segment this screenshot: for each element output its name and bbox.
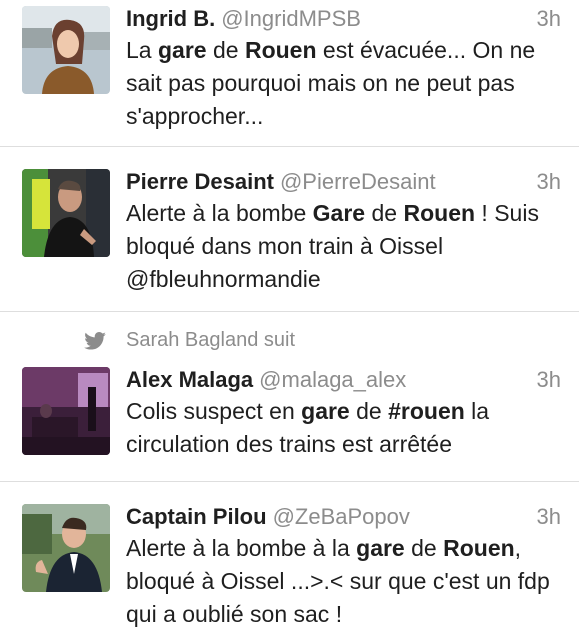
avatar-photo-pierre <box>22 169 110 257</box>
tweet-feed: Ingrid B. @IngridMPSB 3h La gare de Rouen… <box>0 0 579 627</box>
highlighted-keyword: Gare <box>312 200 366 226</box>
timestamp: 3h <box>536 504 561 529</box>
avatar[interactable] <box>22 6 110 94</box>
tweet-text: La gare de Rouen est évacuée... On ne sa… <box>126 34 565 133</box>
tweet-text-segment: de <box>206 37 245 63</box>
tweet-text-segment: Alerte à la bombe <box>126 200 313 226</box>
tweet-text: Alerte à la bombe Gare de Rouen ! Suis b… <box>126 197 565 296</box>
author-handle[interactable]: @ZeBaPopov <box>273 504 410 529</box>
avatar[interactable] <box>22 504 110 592</box>
timestamp: 3h <box>536 367 561 392</box>
avatar-photo-ingrid <box>22 6 110 94</box>
author-handle[interactable]: @malaga_alex <box>259 367 406 392</box>
avatar-photo-alex <box>22 367 110 455</box>
highlighted-keyword: gare <box>301 398 350 424</box>
timestamp: 3h <box>536 6 561 31</box>
tweet-header: Captain Pilou @ZeBaPopov 3h <box>126 504 561 530</box>
tweet-text-segment: Alerte à la bombe à la <box>126 535 357 561</box>
tweet-item[interactable]: Sarah Bagland suit Alex Malaga @malaga_al… <box>0 312 579 482</box>
tweet-text: Colis suspect en gare de #rouen la circu… <box>126 395 565 461</box>
highlighted-keyword: Rouen <box>443 535 515 561</box>
highlighted-keyword: #rouen <box>388 398 465 424</box>
highlighted-keyword: Rouen <box>244 37 317 63</box>
tweet-text-segment: de <box>349 398 389 424</box>
tweet-text-segment: de <box>365 200 404 226</box>
retweet-context[interactable]: Sarah Bagland suit <box>126 329 295 352</box>
author-name[interactable]: Captain Pilou <box>126 504 267 529</box>
tweet-item[interactable]: Captain Pilou @ZeBaPopov 3h Alerte à la b… <box>0 482 579 627</box>
tweet-text: Alerte à la bombe à la gare de Rouen, bl… <box>126 532 565 631</box>
tweet-header: Ingrid B. @IngridMPSB 3h <box>126 6 561 32</box>
tweet-text-segment: de <box>404 535 444 561</box>
avatar[interactable] <box>22 169 110 257</box>
author-name[interactable]: Ingrid B. <box>126 6 215 31</box>
author-name[interactable]: Alex Malaga <box>126 367 253 392</box>
tweet-header: Alex Malaga @malaga_alex 3h <box>126 367 561 393</box>
highlighted-keyword: Rouen <box>403 200 476 226</box>
tweet-header: Pierre Desaint @PierreDesaint 3h <box>126 169 561 195</box>
tweet-item[interactable]: Ingrid B. @IngridMPSB 3h La gare de Rouen… <box>0 0 579 147</box>
twitter-bird-icon <box>84 332 106 350</box>
avatar-photo-pilou <box>22 504 110 592</box>
tweet-item[interactable]: Pierre Desaint @PierreDesaint 3h Alerte à… <box>0 147 579 312</box>
avatar[interactable] <box>22 367 110 455</box>
author-handle[interactable]: @PierreDesaint <box>280 169 436 194</box>
author-name[interactable]: Pierre Desaint <box>126 169 274 194</box>
highlighted-keyword: gare <box>157 37 207 63</box>
author-handle[interactable]: @IngridMPSB <box>221 6 361 31</box>
tweet-text-segment: Colis suspect en <box>126 398 302 424</box>
highlighted-keyword: gare <box>356 535 405 561</box>
tweet-text-segment: La <box>126 37 158 63</box>
timestamp: 3h <box>536 169 561 194</box>
